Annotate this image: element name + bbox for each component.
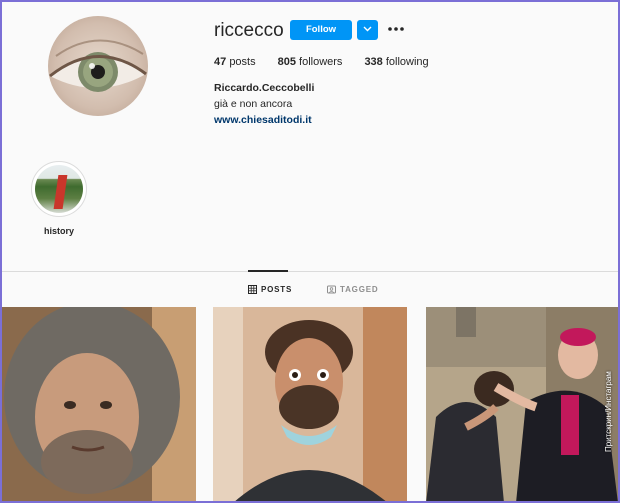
profile-bio: già e non ancora: [214, 98, 293, 110]
following-count: 338: [364, 56, 383, 68]
highlight-label: history: [43, 226, 74, 236]
profile-username: riccecco: [214, 20, 284, 41]
follow-button[interactable]: Follow: [290, 20, 352, 40]
posts-stat: 47 posts: [214, 56, 256, 68]
posts-count: 47: [214, 56, 227, 68]
active-tab-indicator: [248, 270, 288, 272]
followers-stat[interactable]: 805 followers: [278, 56, 343, 68]
ellipsis-icon: [388, 27, 404, 31]
followers-count: 805: [277, 56, 296, 68]
following-label: following: [385, 56, 429, 68]
chevron-down-icon: [363, 26, 372, 32]
post-image-blessing: [426, 307, 618, 503]
post-image-selfie: [2, 307, 196, 503]
more-options-button[interactable]: [387, 22, 405, 36]
following-stat[interactable]: 338 following: [364, 56, 428, 68]
post-thumbnail[interactable]: [213, 307, 407, 503]
profile-avatar[interactable]: [48, 16, 148, 116]
image-credit-watermark: Притскрин/Инстаграм: [604, 371, 613, 452]
profile-stats: 47 posts 805 followers 338 following: [214, 56, 451, 68]
tabs-divider: [0, 271, 620, 272]
grid-icon: [248, 285, 257, 294]
post-thumbnail[interactable]: [2, 307, 196, 503]
story-highlight-history[interactable]: [31, 161, 87, 217]
profile-website-link[interactable]: www.chiesaditodi.it: [214, 114, 312, 126]
followers-label: followers: [299, 56, 343, 68]
tab-tagged-label: TAGGED: [340, 285, 379, 294]
avatar-eye-image: [49, 39, 147, 92]
tab-posts-label: POSTS: [261, 285, 293, 294]
profile-full-name: Riccardo.Ceccobelli: [214, 82, 315, 94]
highlight-cover-image: [35, 165, 83, 213]
post-thumbnail[interactable]: [426, 307, 618, 503]
suggested-accounts-button[interactable]: [357, 20, 378, 40]
post-image-portrait: [213, 307, 407, 503]
tab-posts[interactable]: POSTS: [248, 285, 292, 294]
posts-label: posts: [229, 56, 256, 68]
tab-tagged[interactable]: TAGGED: [327, 285, 378, 294]
tag-icon: [327, 285, 336, 294]
